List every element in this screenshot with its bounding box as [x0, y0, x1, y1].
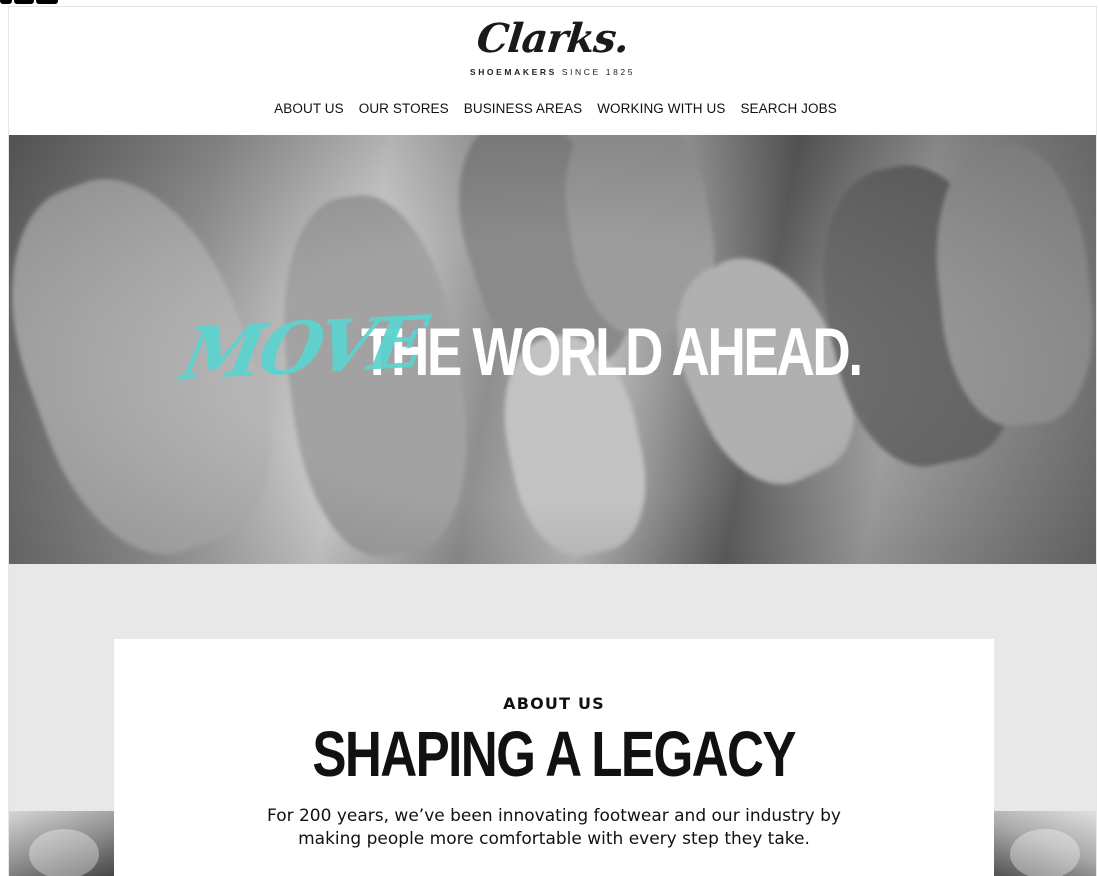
- logo-tagline: SHOEMAKERS SINCE 1825: [9, 67, 1096, 77]
- hero-banner: THE WORLD AHEAD. MOVE: [9, 135, 1096, 564]
- portrait-photo-left: [9, 811, 115, 876]
- nav-working-with-us[interactable]: WORKING WITH US: [597, 101, 725, 116]
- logo-tagline-rest: SINCE 1825: [556, 67, 636, 77]
- about-card: ABOUT US SHAPING A LEGACY For 200 years,…: [114, 639, 994, 876]
- section-body: For 200 years, we’ve been innovating foo…: [267, 806, 841, 849]
- nav-about-us[interactable]: ABOUT US: [274, 101, 344, 116]
- nav-business-areas[interactable]: BUSINESS AREAS: [464, 101, 582, 116]
- logo-wordmark: Clarks.: [474, 15, 631, 62]
- nav-our-stores[interactable]: OUR STORES: [359, 101, 449, 116]
- tagline-main: THE WORLD AHEAD.: [361, 314, 863, 390]
- main-nav: ABOUT US OUR STORES BUSINESS AREAS WORKI…: [9, 101, 1096, 116]
- portrait-photo-right: [990, 811, 1096, 876]
- cropped-fragment: [0, 0, 58, 4]
- hero-tagline: THE WORLD AHEAD. MOVE: [175, 299, 885, 396]
- section-eyebrow: ABOUT US: [503, 694, 605, 713]
- tagline-script: MOVE: [175, 298, 431, 397]
- logo-tagline-bold: SHOEMAKERS: [469, 67, 557, 77]
- section-title: SHAPING A LEGACY: [312, 718, 797, 790]
- site-frame: Clarks. SHOEMAKERS SINCE 1825 ABOUT US O…: [8, 6, 1097, 876]
- nav-search-jobs[interactable]: SEARCH JOBS: [740, 101, 836, 116]
- site-header: Clarks. SHOEMAKERS SINCE 1825 ABOUT US O…: [9, 7, 1096, 135]
- page: Clarks. SHOEMAKERS SINCE 1825 ABOUT US O…: [0, 0, 1099, 876]
- clarks-logo[interactable]: Clarks. SHOEMAKERS SINCE 1825: [9, 15, 1096, 77]
